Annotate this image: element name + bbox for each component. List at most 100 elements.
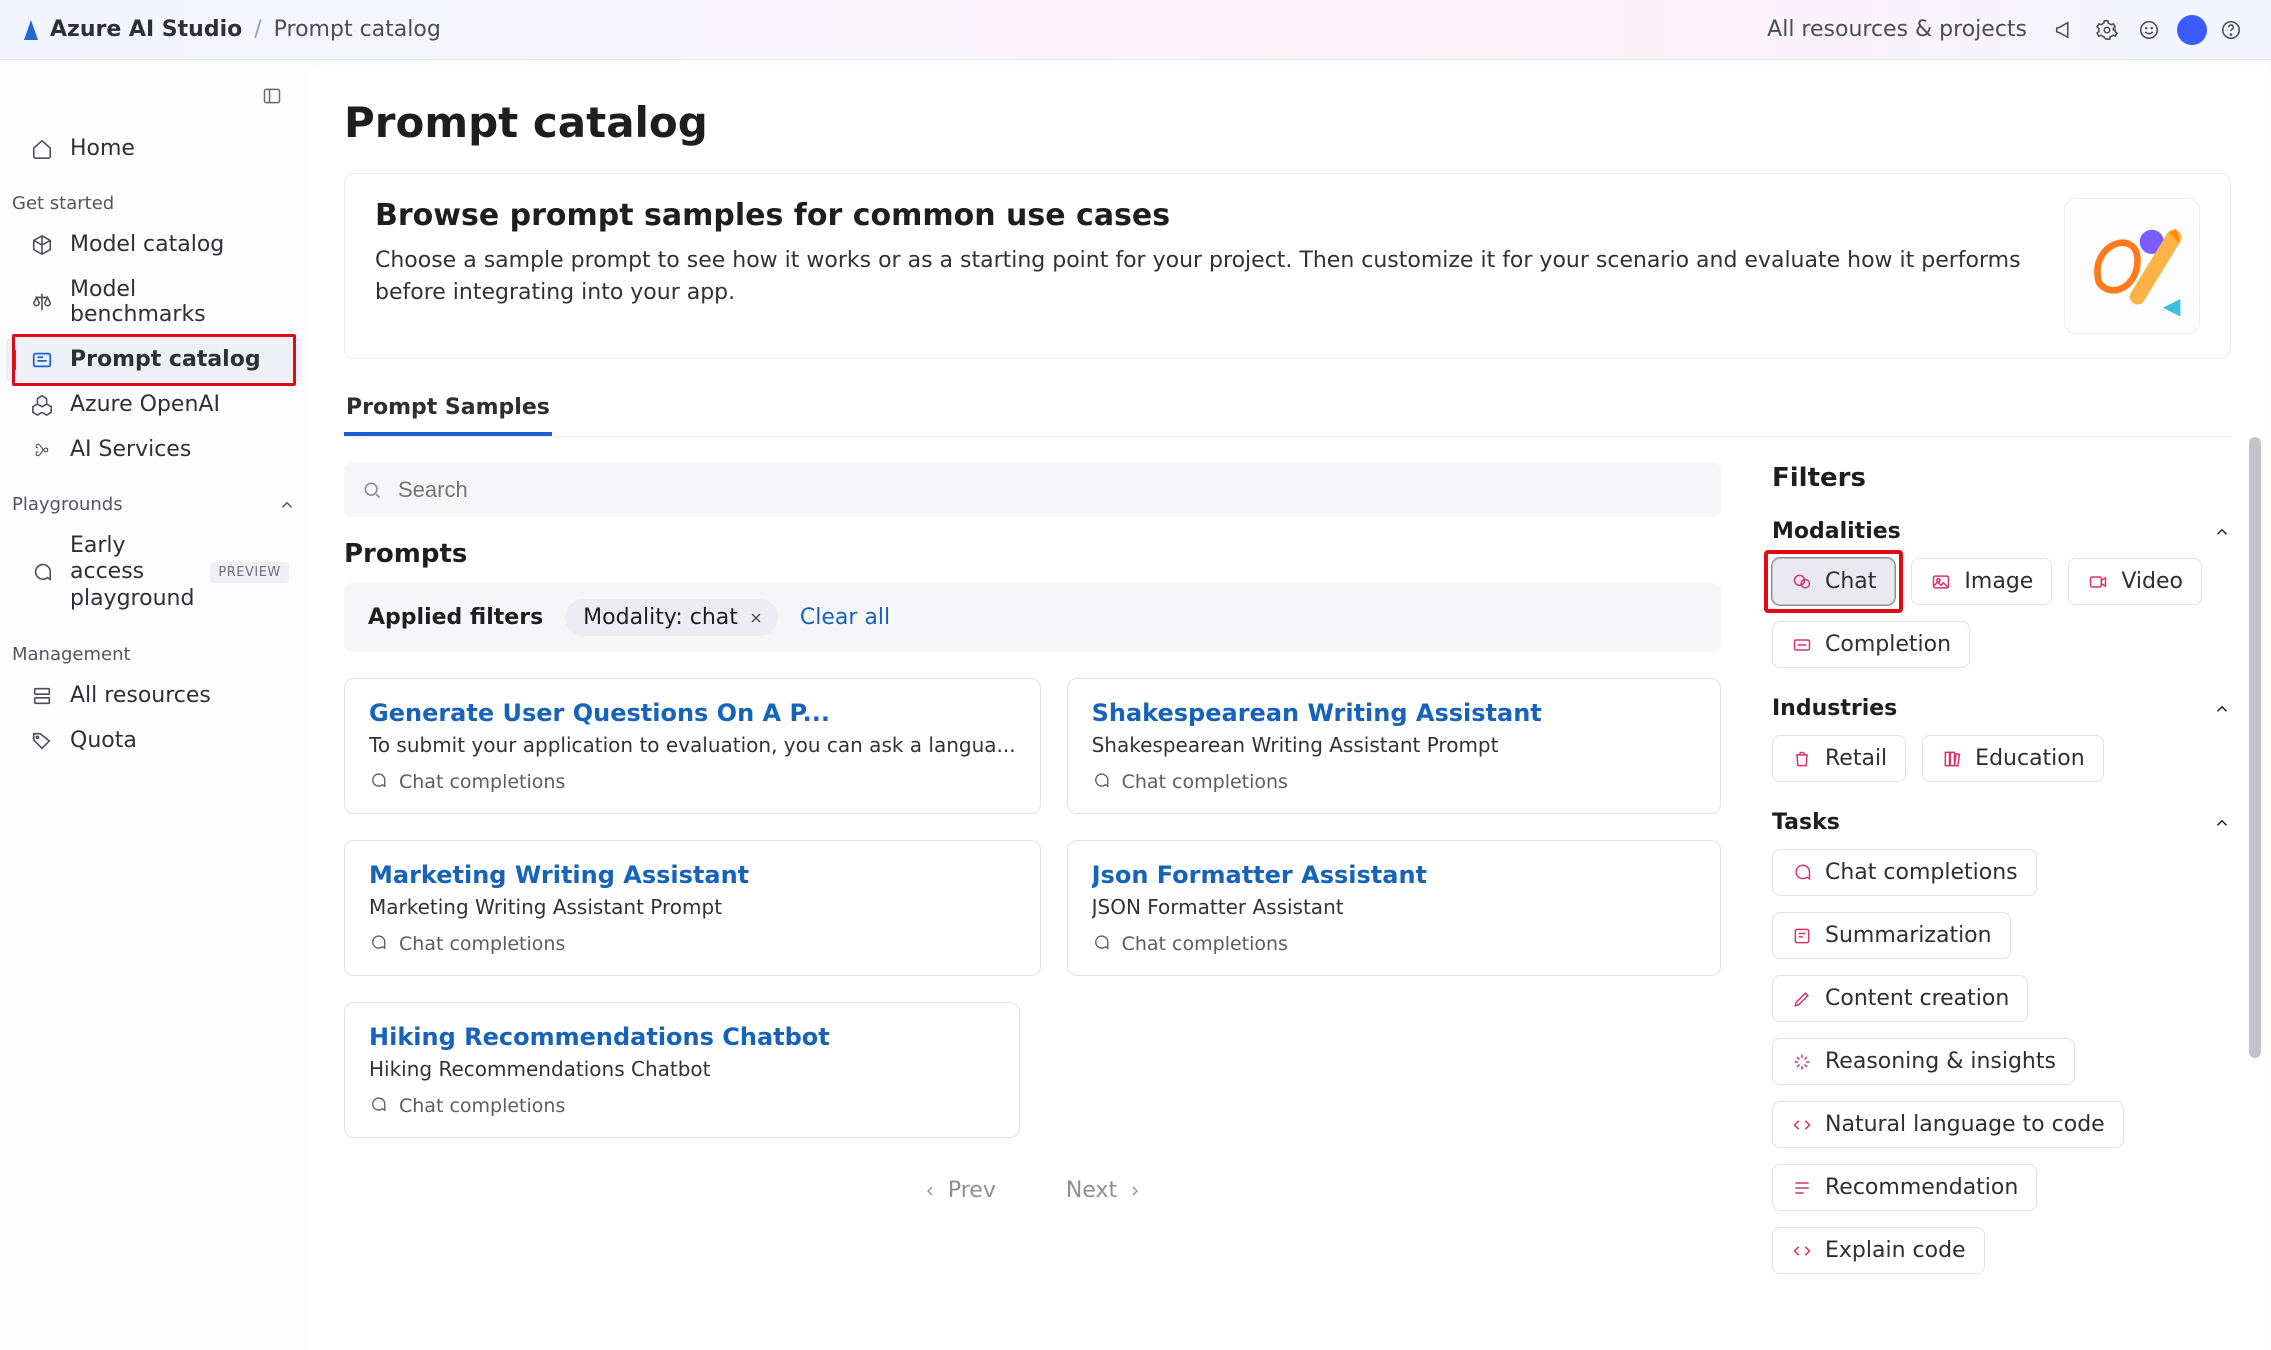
help-icon[interactable] [2213, 12, 2249, 48]
sidebar-item-label: Quota [70, 728, 137, 753]
filter-pill-explain-code[interactable]: Explain code [1772, 1227, 1985, 1274]
sidebar: Home Get started Model catalog Model ben… [0, 60, 308, 1350]
filter-pill-completion[interactable]: Completion [1772, 621, 1970, 668]
filter-pill-summarization[interactable]: Summarization [1772, 912, 2011, 959]
tab-prompt-samples[interactable]: Prompt Samples [344, 395, 552, 436]
chat-icon [369, 1096, 389, 1116]
sidebar-item-label: Model catalog [70, 232, 224, 257]
applied-filter-chip[interactable]: Modality: chat [565, 599, 778, 636]
megaphone-icon[interactable] [2047, 12, 2083, 48]
prompt-card-desc: Shakespearean Writing Assistant Prompt [1092, 733, 1696, 757]
quota-tag-icon [30, 729, 54, 753]
sidebar-item-all-resources[interactable]: All resources [6, 673, 302, 718]
prompt-card-tag: Chat completions [369, 771, 1016, 793]
prompt-card-title: Json Formatter Assistant [1092, 861, 1696, 889]
breadcrumb-separator: / [254, 17, 261, 42]
chevron-up-icon [278, 496, 296, 514]
chat-icon [1092, 772, 1112, 792]
main-panel: Prompt catalog Browse prompt samples for… [308, 66, 2267, 1350]
user-avatar[interactable] [2177, 15, 2207, 45]
pager-prev[interactable]: Prev [922, 1178, 996, 1203]
settings-gear-icon[interactable] [2089, 12, 2125, 48]
sidebar-item-quota[interactable]: Quota [6, 718, 302, 763]
banner-body: Choose a sample prompt to see how it wor… [375, 245, 2040, 309]
filter-pill-chat[interactable]: Chat [1772, 558, 1895, 605]
sidebar-item-home[interactable]: Home [6, 126, 302, 171]
summarize-icon [1791, 925, 1813, 947]
prompt-card[interactable]: Shakespearean Writing Assistant Shakespe… [1067, 678, 1721, 814]
filter-section-tasks[interactable]: Tasks [1772, 810, 2231, 835]
collapse-sidebar-icon[interactable] [262, 86, 282, 106]
prompt-card-title: Shakespearean Writing Assistant [1092, 699, 1696, 727]
pager-next[interactable]: Next [1066, 1178, 1143, 1203]
filter-pill-education[interactable]: Education [1922, 735, 2104, 782]
chat-icon [1092, 934, 1112, 954]
list-icon [1791, 1177, 1813, 1199]
code-icon [1791, 1240, 1813, 1262]
filter-pill-recommendation[interactable]: Recommendation [1772, 1164, 2037, 1211]
prompt-card[interactable]: Marketing Writing Assistant Marketing Wr… [344, 840, 1041, 976]
sidebar-item-prompt-catalog[interactable]: Prompt catalog [6, 337, 302, 382]
prompt-card-desc: JSON Formatter Assistant [1092, 895, 1696, 919]
applied-filters-label: Applied filters [368, 605, 543, 630]
clear-all-link[interactable]: Clear all [800, 605, 890, 630]
prompt-card[interactable]: Generate User Questions On A P... To sub… [344, 678, 1041, 814]
prompt-card-title: Generate User Questions On A P... [369, 699, 1016, 727]
azure-logo-icon [22, 18, 40, 42]
app-brand[interactable]: Azure AI Studio [22, 17, 242, 42]
sidebar-item-ai-services[interactable]: AI Services [6, 427, 302, 472]
top-bar: Azure AI Studio / Prompt catalog All res… [0, 0, 2271, 60]
prompt-card-desc: To submit your application to evaluation… [369, 733, 1016, 757]
prompt-card-desc: Marketing Writing Assistant Prompt [369, 895, 1016, 919]
sidebar-item-label: Early access playground [70, 533, 194, 612]
intro-banner: Browse prompt samples for common use cas… [344, 173, 2231, 359]
prompt-cards-grid: Generate User Questions On A P... To sub… [344, 678, 1721, 976]
prompt-card[interactable]: Json Formatter Assistant JSON Formatter … [1067, 840, 1721, 976]
app-name: Azure AI Studio [50, 17, 242, 42]
sidebar-item-label: AI Services [70, 437, 191, 462]
filter-pill-retail[interactable]: Retail [1772, 735, 1906, 782]
chat-icon [369, 772, 389, 792]
sidebar-item-model-benchmarks[interactable]: Model benchmarks [6, 267, 302, 337]
stack-icon [30, 684, 54, 708]
prompt-card-icon [30, 348, 54, 372]
chevron-up-icon [2213, 523, 2231, 541]
prompts-column: Prompts Applied filters Modality: chat C… [344, 437, 1721, 1350]
chat-icon [369, 934, 389, 954]
prompt-card-tag: Chat completions [369, 1095, 995, 1117]
filter-pill-nl-to-code[interactable]: Natural language to code [1772, 1101, 2124, 1148]
filter-section-modalities[interactable]: Modalities [1772, 519, 2231, 544]
sidebar-item-label: Home [70, 136, 135, 161]
sidebar-item-early-access-playground[interactable]: Early access playground PREVIEW [6, 523, 302, 622]
prompt-card-tag: Chat completions [1092, 933, 1696, 955]
scrollbar[interactable] [2249, 437, 2261, 1350]
sidebar-item-model-catalog[interactable]: Model catalog [6, 222, 302, 267]
sidebar-item-azure-openai[interactable]: Azure OpenAI [6, 382, 302, 427]
search-input-wrapper[interactable] [344, 463, 1721, 517]
prompt-card-desc: Hiking Recommendations Chatbot [369, 1057, 995, 1081]
prompt-card-title: Hiking Recommendations Chatbot [369, 1023, 995, 1051]
all-resources-link[interactable]: All resources & projects [1767, 17, 2027, 42]
filter-pill-content-creation[interactable]: Content creation [1772, 975, 2028, 1022]
remove-chip-icon[interactable] [748, 610, 764, 626]
filter-pill-reasoning[interactable]: Reasoning & insights [1772, 1038, 2075, 1085]
image-icon [1930, 571, 1952, 593]
prompt-card-title: Marketing Writing Assistant [369, 861, 1016, 889]
search-input[interactable] [396, 476, 1703, 504]
prompt-card-tag: Chat completions [369, 933, 1016, 955]
filter-pill-video[interactable]: Video [2068, 558, 2202, 605]
feedback-smile-icon[interactable] [2131, 12, 2167, 48]
filter-pill-image[interactable]: Image [1911, 558, 2052, 605]
breadcrumb-current[interactable]: Prompt catalog [274, 17, 441, 42]
scales-icon [30, 290, 54, 314]
applied-filters-bar: Applied filters Modality: chat Clear all [344, 583, 1721, 652]
sidebar-section-playgrounds[interactable]: Playgrounds [6, 472, 302, 523]
filter-pill-chat-completions[interactable]: Chat completions [1772, 849, 2037, 896]
prompt-card[interactable]: Hiking Recommendations Chatbot Hiking Re… [344, 1002, 1020, 1138]
home-icon [30, 137, 54, 161]
filters-heading: Filters [1772, 463, 2231, 493]
chat-bubble-icon [30, 561, 54, 585]
cube-icon [30, 233, 54, 257]
filter-section-industries[interactable]: Industries [1772, 696, 2231, 721]
chat-icon [1791, 571, 1813, 593]
